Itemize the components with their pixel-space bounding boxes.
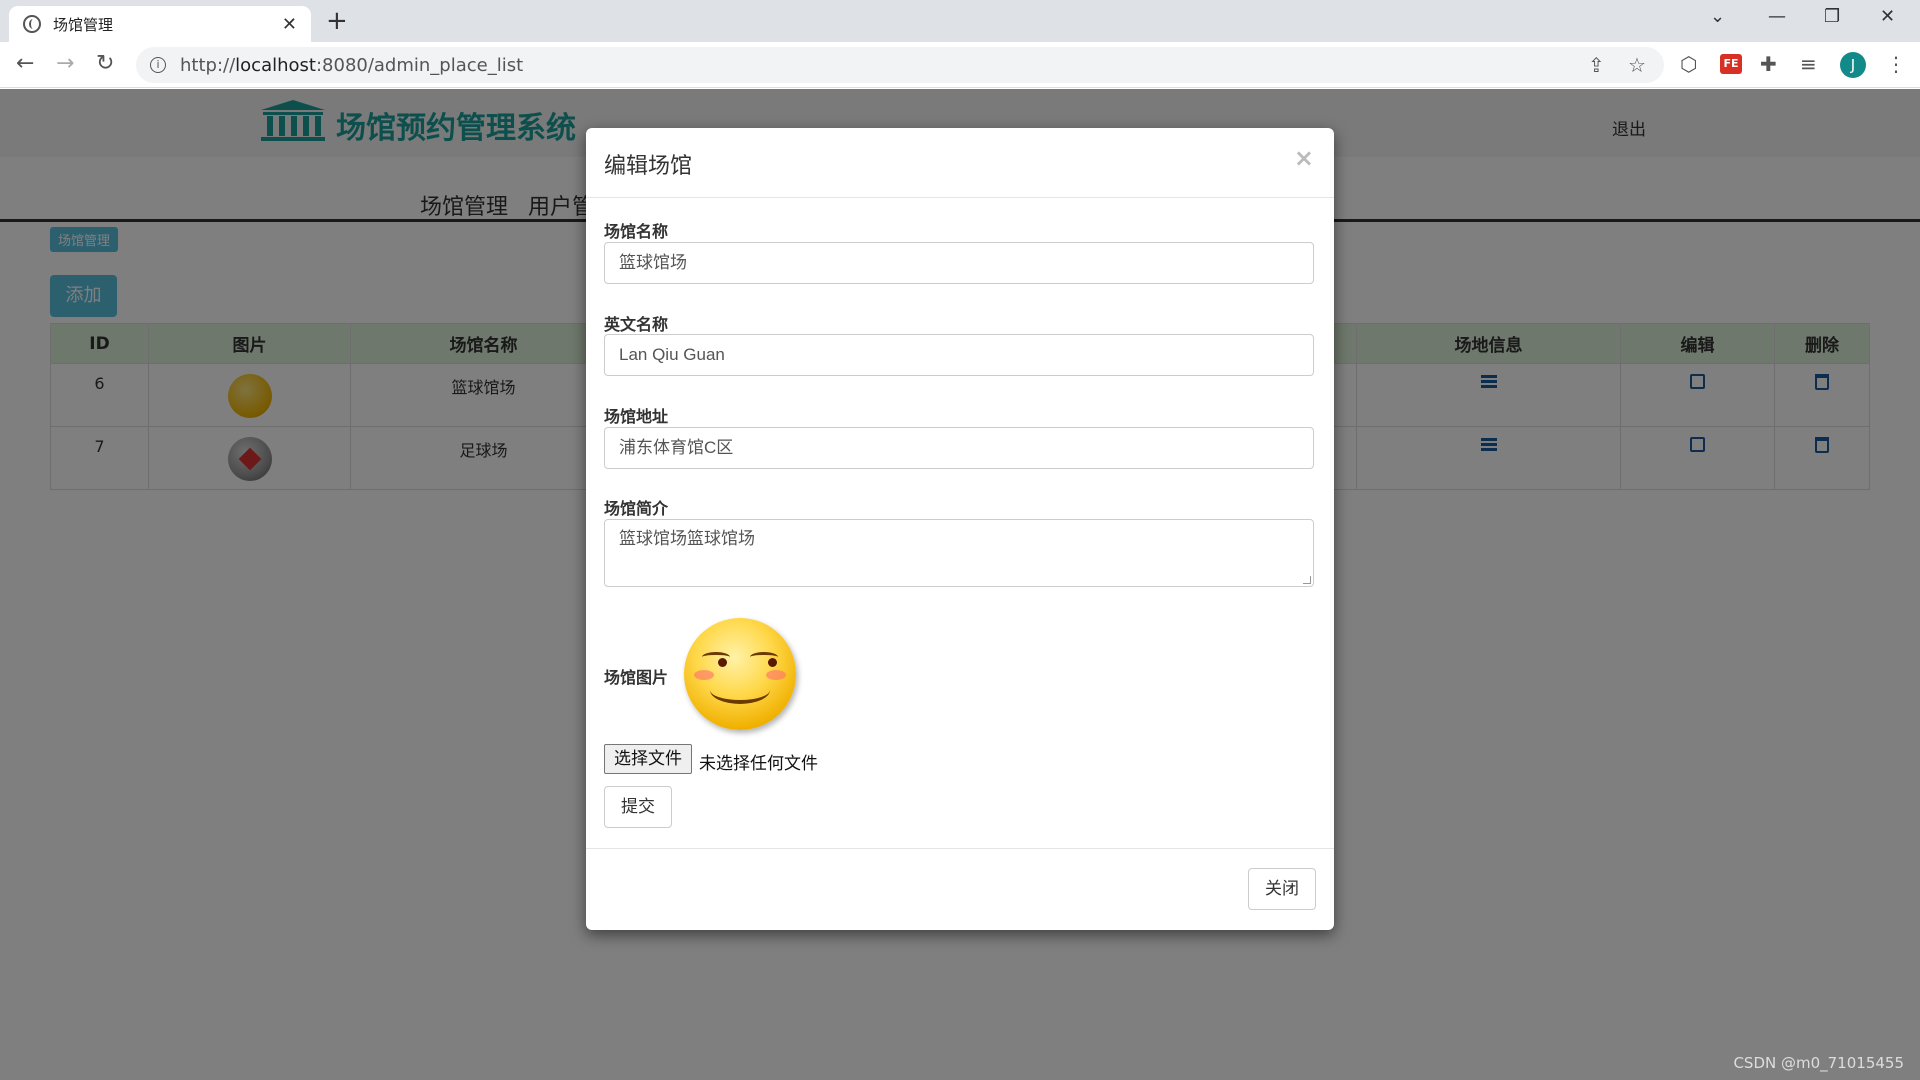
address-bar[interactable]: i http://localhost:8080/admin_place_list… [136,47,1664,83]
site-info-icon[interactable]: i [150,57,166,73]
intro-text: 篮球馆场篮球馆场 [619,529,755,548]
pupil-right [768,658,777,667]
reload-icon[interactable]: ↻ [96,50,114,78]
url-text: http://localhost:8080/admin_place_list [180,55,523,76]
name-input[interactable]: 篮球馆场 [604,242,1314,284]
tab-close-icon[interactable]: ✕ [282,14,297,35]
english-name-input[interactable]: Lan Qiu Guan [604,334,1314,376]
back-icon[interactable]: ← [16,50,34,78]
file-status-text: 未选择任何文件 [699,754,818,774]
menu-kebab-icon[interactable]: ⋮ [1886,52,1906,76]
puzzle-icon[interactable]: ✚ [1760,52,1777,76]
intro-textarea[interactable]: 篮球馆场篮球馆场 [604,519,1314,587]
restore-icon[interactable]: ❐ [1824,6,1840,27]
english-name-label: 英文名称 [604,315,669,334]
browser-tabstrip: 场馆管理 ✕ + ⌄ — ❐ ✕ [0,0,1920,42]
url-host: localhost [235,54,316,76]
bookmark-star-icon[interactable]: ☆ [1628,53,1646,77]
extension-icon[interactable]: ⬡ [1680,52,1697,76]
modal-footer: 关闭 [586,848,1334,930]
globe-icon [23,15,41,33]
new-tab-icon[interactable]: + [326,8,348,34]
share-icon[interactable]: ⇪ [1588,53,1605,77]
resize-grip-icon[interactable] [1303,576,1311,584]
venue-image-preview [684,618,796,730]
csdn-watermark: CSDN @m0_71015455 [1733,1054,1904,1072]
tab-search-icon[interactable]: ⌄ [1710,6,1725,27]
intro-label: 场馆简介 [604,499,669,518]
page: 场馆预约管理系统 退出 场馆管理 用户管 场馆管理 添加 ID 图片 场馆名称 … [0,89,1920,1080]
choose-file-button[interactable]: 选择文件 [604,744,692,774]
minimize-icon[interactable]: — [1768,6,1786,27]
browser-tab[interactable]: 场馆管理 ✕ [9,6,311,42]
name-label: 场馆名称 [604,222,669,241]
mouth [710,676,770,704]
modal-title: 编辑场馆 [604,154,693,179]
reading-list-icon[interactable]: ≡ [1800,52,1817,76]
window-close-icon[interactable]: ✕ [1880,6,1895,27]
profile-avatar[interactable]: J [1840,52,1866,78]
image-label: 场馆图片 [604,668,669,687]
tab-title: 场馆管理 [53,15,114,34]
url-rest: :8080/admin_place_list [315,54,524,76]
url-prefix: http:// [180,54,236,76]
edit-venue-modal: 编辑场馆 × 场馆名称 篮球馆场 英文名称 Lan Qiu Guan 场馆地址 … [586,128,1334,930]
submit-button[interactable]: 提交 [604,786,672,828]
modal-close-icon[interactable]: × [1294,144,1314,172]
browser-toolbar: ← → ↻ i http://localhost:8080/admin_plac… [0,42,1920,88]
close-button[interactable]: 关闭 [1248,868,1316,910]
fe-extension-icon[interactable]: FE [1720,54,1742,74]
address-label: 场馆地址 [604,407,669,426]
pupil-left [718,658,727,667]
address-input[interactable]: 浦东体育馆C区 [604,427,1314,469]
forward-icon[interactable]: → [56,50,74,78]
modal-header: 编辑场馆 × [586,128,1334,198]
